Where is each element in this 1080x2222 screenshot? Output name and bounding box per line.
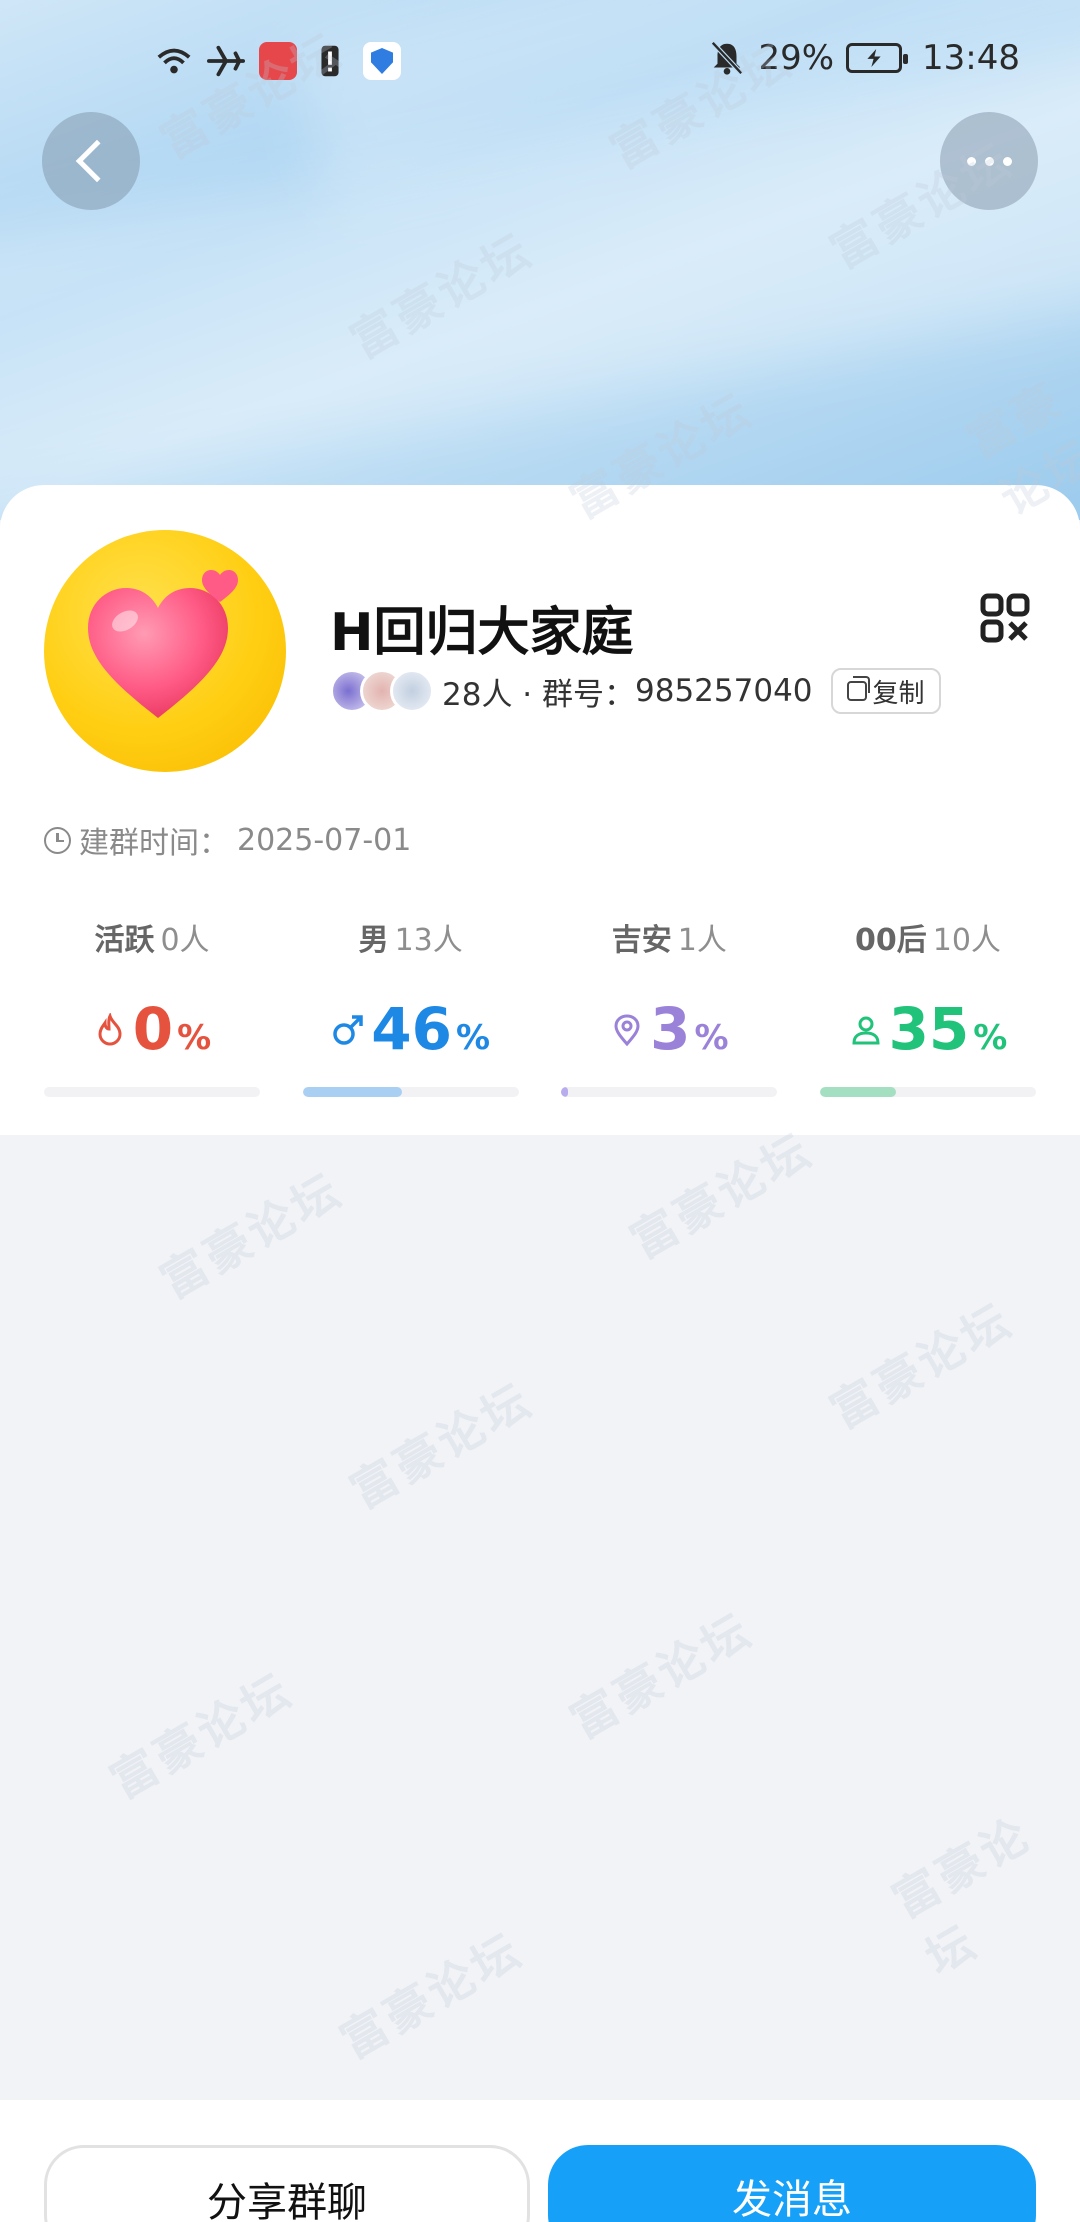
watermark: 富豪论坛 bbox=[341, 1372, 542, 1519]
member-avatars[interactable] bbox=[330, 669, 434, 713]
stat-value: 0 bbox=[132, 995, 174, 1063]
status-right: 29% 13:48 bbox=[708, 38, 1020, 78]
watermark: 富豪论坛 bbox=[561, 1602, 762, 1749]
stat-label: 男 bbox=[358, 923, 389, 958]
stat-unit: % bbox=[973, 1018, 1008, 1058]
stat-count: 13人 bbox=[394, 923, 463, 958]
stat-progress-bar bbox=[561, 1087, 778, 1097]
group-avatar[interactable] bbox=[44, 530, 286, 772]
clock-time: 13:48 bbox=[922, 38, 1020, 78]
heart-icon bbox=[88, 570, 238, 718]
group-info-card: H回归大家庭 28人 · 群号： 985257040 复制 建群时间： 2025… bbox=[0, 485, 1080, 1135]
stat-progress-bar bbox=[44, 1087, 260, 1097]
status-left-icons bbox=[155, 42, 401, 80]
more-dots-icon bbox=[966, 156, 1012, 166]
stat-value: 35 bbox=[888, 995, 970, 1063]
send-message-label: 发消息 bbox=[732, 2177, 852, 2222]
stat-count: 1人 bbox=[677, 923, 727, 958]
chevron-left-icon bbox=[75, 139, 119, 183]
stat-label: 00后 bbox=[855, 923, 927, 958]
share-group-label: 分享群聊 bbox=[207, 2180, 367, 2222]
stat-value: 46 bbox=[371, 995, 452, 1063]
watermark: 富豪论坛 bbox=[101, 1662, 302, 1809]
stat-count: 0人 bbox=[160, 923, 210, 958]
stat-location[interactable]: 吉安 1人 3% bbox=[561, 915, 778, 1097]
stat-unit: % bbox=[455, 1018, 491, 1058]
location-pin-icon bbox=[614, 1014, 640, 1047]
watermark: 富豪论坛 bbox=[331, 1922, 532, 2069]
alert-icon bbox=[321, 45, 339, 77]
send-message-button[interactable]: 发消息 bbox=[548, 2145, 1036, 2222]
shield-icon bbox=[363, 42, 401, 80]
member-count-text: 28人 · 群号： bbox=[442, 676, 636, 713]
copy-group-id-button[interactable]: 复制 bbox=[830, 668, 941, 714]
watermark: 富豪论坛 bbox=[151, 1162, 352, 1309]
watermark: 富豪论坛 bbox=[821, 1292, 1022, 1439]
group-name: H回归大家庭 bbox=[330, 603, 634, 663]
stat-unit: % bbox=[694, 1018, 729, 1058]
status-bar: 29% 13:48 bbox=[0, 38, 1080, 88]
stat-label: 活跃 bbox=[94, 923, 155, 958]
group-id: 985257040 bbox=[635, 673, 813, 709]
stat-progress-bar bbox=[819, 1087, 1036, 1097]
qr-code-icon[interactable] bbox=[980, 593, 1030, 643]
mute-bell-icon bbox=[711, 41, 744, 75]
back-button[interactable] bbox=[42, 112, 140, 210]
stat-label: 吉安 bbox=[611, 923, 672, 958]
wifi-icon bbox=[157, 48, 191, 74]
battery-percent: 29% bbox=[758, 38, 835, 78]
copy-icon bbox=[846, 676, 870, 701]
male-icon bbox=[333, 1015, 363, 1045]
watermark: 富豪论坛 bbox=[621, 1122, 822, 1269]
stat-unit: % bbox=[177, 1018, 212, 1058]
share-group-button[interactable]: 分享群聊 bbox=[44, 2145, 530, 2222]
stat-male[interactable]: 男 13人 46% bbox=[302, 915, 519, 1097]
stat-value: 3 bbox=[650, 995, 691, 1063]
group-meta-row: 28人 · 群号： 985257040 复制 bbox=[330, 668, 941, 714]
stat-progress-bar bbox=[302, 1087, 519, 1097]
created-date: 2025-07-01 bbox=[237, 822, 412, 858]
stat-count: 10人 bbox=[932, 923, 1001, 958]
battery-charging-icon bbox=[846, 43, 909, 73]
more-options-button[interactable] bbox=[940, 112, 1038, 210]
bottom-action-bar: 分享群聊 发消息 bbox=[0, 2100, 1080, 2222]
app-notification-icon bbox=[259, 42, 297, 80]
person-icon bbox=[852, 1016, 880, 1045]
clock-icon bbox=[44, 826, 71, 854]
stat-age[interactable]: 00后 10人 35% bbox=[819, 915, 1036, 1097]
group-stats: 活跃 0人 0% 男 13人 46% 吉安 1人 3% 00后 10人 35 % bbox=[44, 915, 1036, 1097]
created-label: 建群时间： bbox=[79, 826, 229, 861]
airplane-icon bbox=[207, 45, 245, 77]
copy-label: 复制 bbox=[872, 678, 925, 709]
watermark: 富豪论坛 bbox=[883, 1806, 1041, 1986]
stat-active[interactable]: 活跃 0人 0% bbox=[44, 915, 260, 1097]
flame-icon bbox=[98, 1013, 122, 1046]
created-date-row: 建群时间： 2025-07-01 bbox=[44, 818, 411, 862]
